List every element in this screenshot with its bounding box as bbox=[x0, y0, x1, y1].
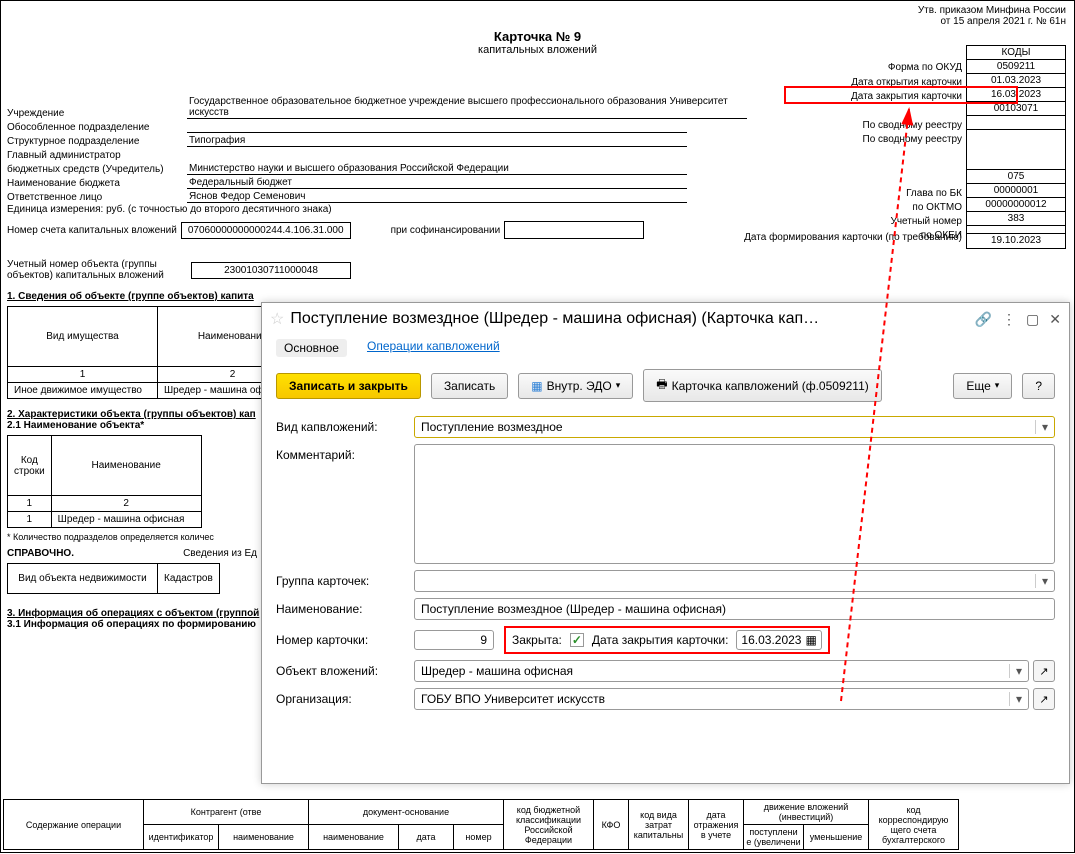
save-button[interactable]: Записать bbox=[431, 373, 508, 399]
table-2: Код строкиНаименование 12 1Шредер - маши… bbox=[7, 435, 202, 528]
code-open: 01.03.2023 bbox=[967, 74, 1065, 88]
label-okud: Форма по ОКУД bbox=[851, 61, 962, 76]
label-open-date: Дата открытия карточки bbox=[851, 76, 962, 91]
lbl-name: Наименование: bbox=[276, 602, 406, 616]
codes-header: КОДЫ bbox=[967, 46, 1065, 60]
spravochno: СПРАВОЧНО. bbox=[7, 548, 74, 559]
approval-line2: от 15 апреля 2021 г. № 61н bbox=[1, 16, 1066, 27]
val-resp: Яснов Федор Семенович bbox=[187, 191, 687, 203]
bottom-table: Содержание операции Контрагент (отве док… bbox=[3, 799, 959, 850]
dialog-card: ☆ Поступление возмездное (Шредер - машин… bbox=[261, 302, 1070, 784]
lbl-comment: Комментарий: bbox=[276, 444, 406, 462]
lbl-obj: Объект вложений: bbox=[276, 664, 406, 678]
dropdown-icon[interactable]: ▾ bbox=[1035, 420, 1048, 434]
input-name[interactable]: Поступление возмездное (Шредер - машина … bbox=[414, 598, 1055, 620]
lbl-struct: Структурное подразделение bbox=[7, 136, 187, 147]
window-icon[interactable]: ▢ bbox=[1026, 311, 1039, 328]
help-button[interactable]: ? bbox=[1022, 373, 1055, 399]
lbl-resp: Ответственное лицо bbox=[7, 192, 187, 203]
input-close-date[interactable]: 16.03.2023 ▦ bbox=[736, 630, 821, 650]
input-obj[interactable]: Шредер - машина офисная▾ bbox=[414, 660, 1029, 682]
doc-subtitle: капитальных вложений bbox=[1, 44, 1074, 56]
lbl-sub: Обособленное подразделение bbox=[7, 122, 187, 133]
val-cofin bbox=[504, 221, 644, 239]
link-icon[interactable]: 🔗 bbox=[975, 311, 992, 328]
val-budget: Федеральный бюджет bbox=[187, 177, 687, 189]
input-comment[interactable] bbox=[414, 444, 1055, 564]
lbl-cofin: при софинансировании bbox=[391, 225, 501, 236]
input-card-num[interactable]: 9 bbox=[414, 630, 494, 650]
highlight-closed-row: Закрыта: Дата закрытия карточки: 16.03.2… bbox=[504, 626, 830, 654]
lbl-admin1: Главный администратор bbox=[7, 150, 187, 161]
section-1-header: 1. Сведения об объекте (группе объектов)… bbox=[7, 291, 1068, 302]
lbl-org: Учреждение bbox=[7, 108, 187, 119]
print-button[interactable]: 🖶 Карточка капвложений (ф.0509211) bbox=[643, 369, 882, 402]
val-sub bbox=[187, 121, 687, 133]
lbl-org-dlg: Организация: bbox=[276, 692, 406, 706]
lbl-budget: Наименование бюджета bbox=[7, 178, 187, 189]
open-external-icon[interactable]: ↗ bbox=[1033, 660, 1055, 682]
input-group[interactable]: ▾ bbox=[414, 570, 1055, 592]
save-close-button[interactable]: Записать и закрыть bbox=[276, 373, 421, 399]
open-external-icon[interactable]: ↗ bbox=[1033, 688, 1055, 710]
lbl-close-date: Дата закрытия карточки: bbox=[592, 633, 729, 647]
input-type[interactable]: Поступление возмездное ▾ bbox=[414, 416, 1055, 438]
code-okud: 0509211 bbox=[967, 60, 1065, 74]
printer-icon: 🖶 bbox=[656, 375, 667, 396]
more-icon[interactable]: ⋮ bbox=[1002, 311, 1016, 328]
table-3: Вид объекта недвижимостиКадастров bbox=[7, 563, 220, 594]
val-obj-num: 23001030711000048 bbox=[191, 262, 351, 279]
approval-line1: Утв. приказом Минфина России bbox=[1, 5, 1066, 16]
tab-main[interactable]: Основное bbox=[276, 339, 347, 357]
close-icon[interactable]: ✕ bbox=[1049, 311, 1061, 328]
units-label: Единица измерения: руб. (с точностью до … bbox=[7, 204, 1068, 215]
lbl-closed: Закрыта: bbox=[512, 633, 562, 647]
val-org: Государственное образовательное бюджетно… bbox=[187, 96, 747, 119]
spravochno-2: Сведения из Ед bbox=[183, 548, 257, 559]
calendar-icon[interactable]: ▦ bbox=[805, 633, 816, 647]
dropdown-icon[interactable]: ▾ bbox=[1009, 692, 1022, 706]
val-struct: Типография bbox=[187, 135, 687, 147]
lbl-card-num: Номер карточки: bbox=[276, 633, 406, 647]
tab-ops[interactable]: Операции капвложений bbox=[367, 339, 500, 357]
favorite-icon[interactable]: ☆ bbox=[270, 309, 284, 329]
more-button[interactable]: Еще ▾ bbox=[953, 373, 1012, 399]
lbl-admin2: бюджетных средств (Учредитель) bbox=[7, 164, 187, 175]
edo-button[interactable]: ▦ Внутр. ЭДО ▾ bbox=[518, 373, 633, 399]
val-account: 07060000000000244.4.106.31.000 bbox=[181, 222, 351, 239]
dropdown-icon[interactable]: ▾ bbox=[1035, 574, 1048, 588]
input-org-dlg[interactable]: ГОБУ ВПО Университет искусств▾ bbox=[414, 688, 1029, 710]
val-admin: Министерство науки и высшего образования… bbox=[187, 163, 687, 175]
doc-title: Карточка № 9 bbox=[1, 29, 1074, 44]
lbl-obj-num: Учетный номер объекта (группы объектов) … bbox=[7, 259, 187, 281]
lbl-account: Номер счета капитальных вложений bbox=[7, 225, 177, 236]
lbl-type: Вид капвложений: bbox=[276, 420, 406, 434]
dialog-title: Поступление возмездное (Шредер - машина … bbox=[290, 310, 968, 328]
checkbox-closed[interactable] bbox=[570, 633, 584, 647]
lbl-group: Группа карточек: bbox=[276, 574, 406, 588]
dropdown-icon[interactable]: ▾ bbox=[1009, 664, 1022, 678]
